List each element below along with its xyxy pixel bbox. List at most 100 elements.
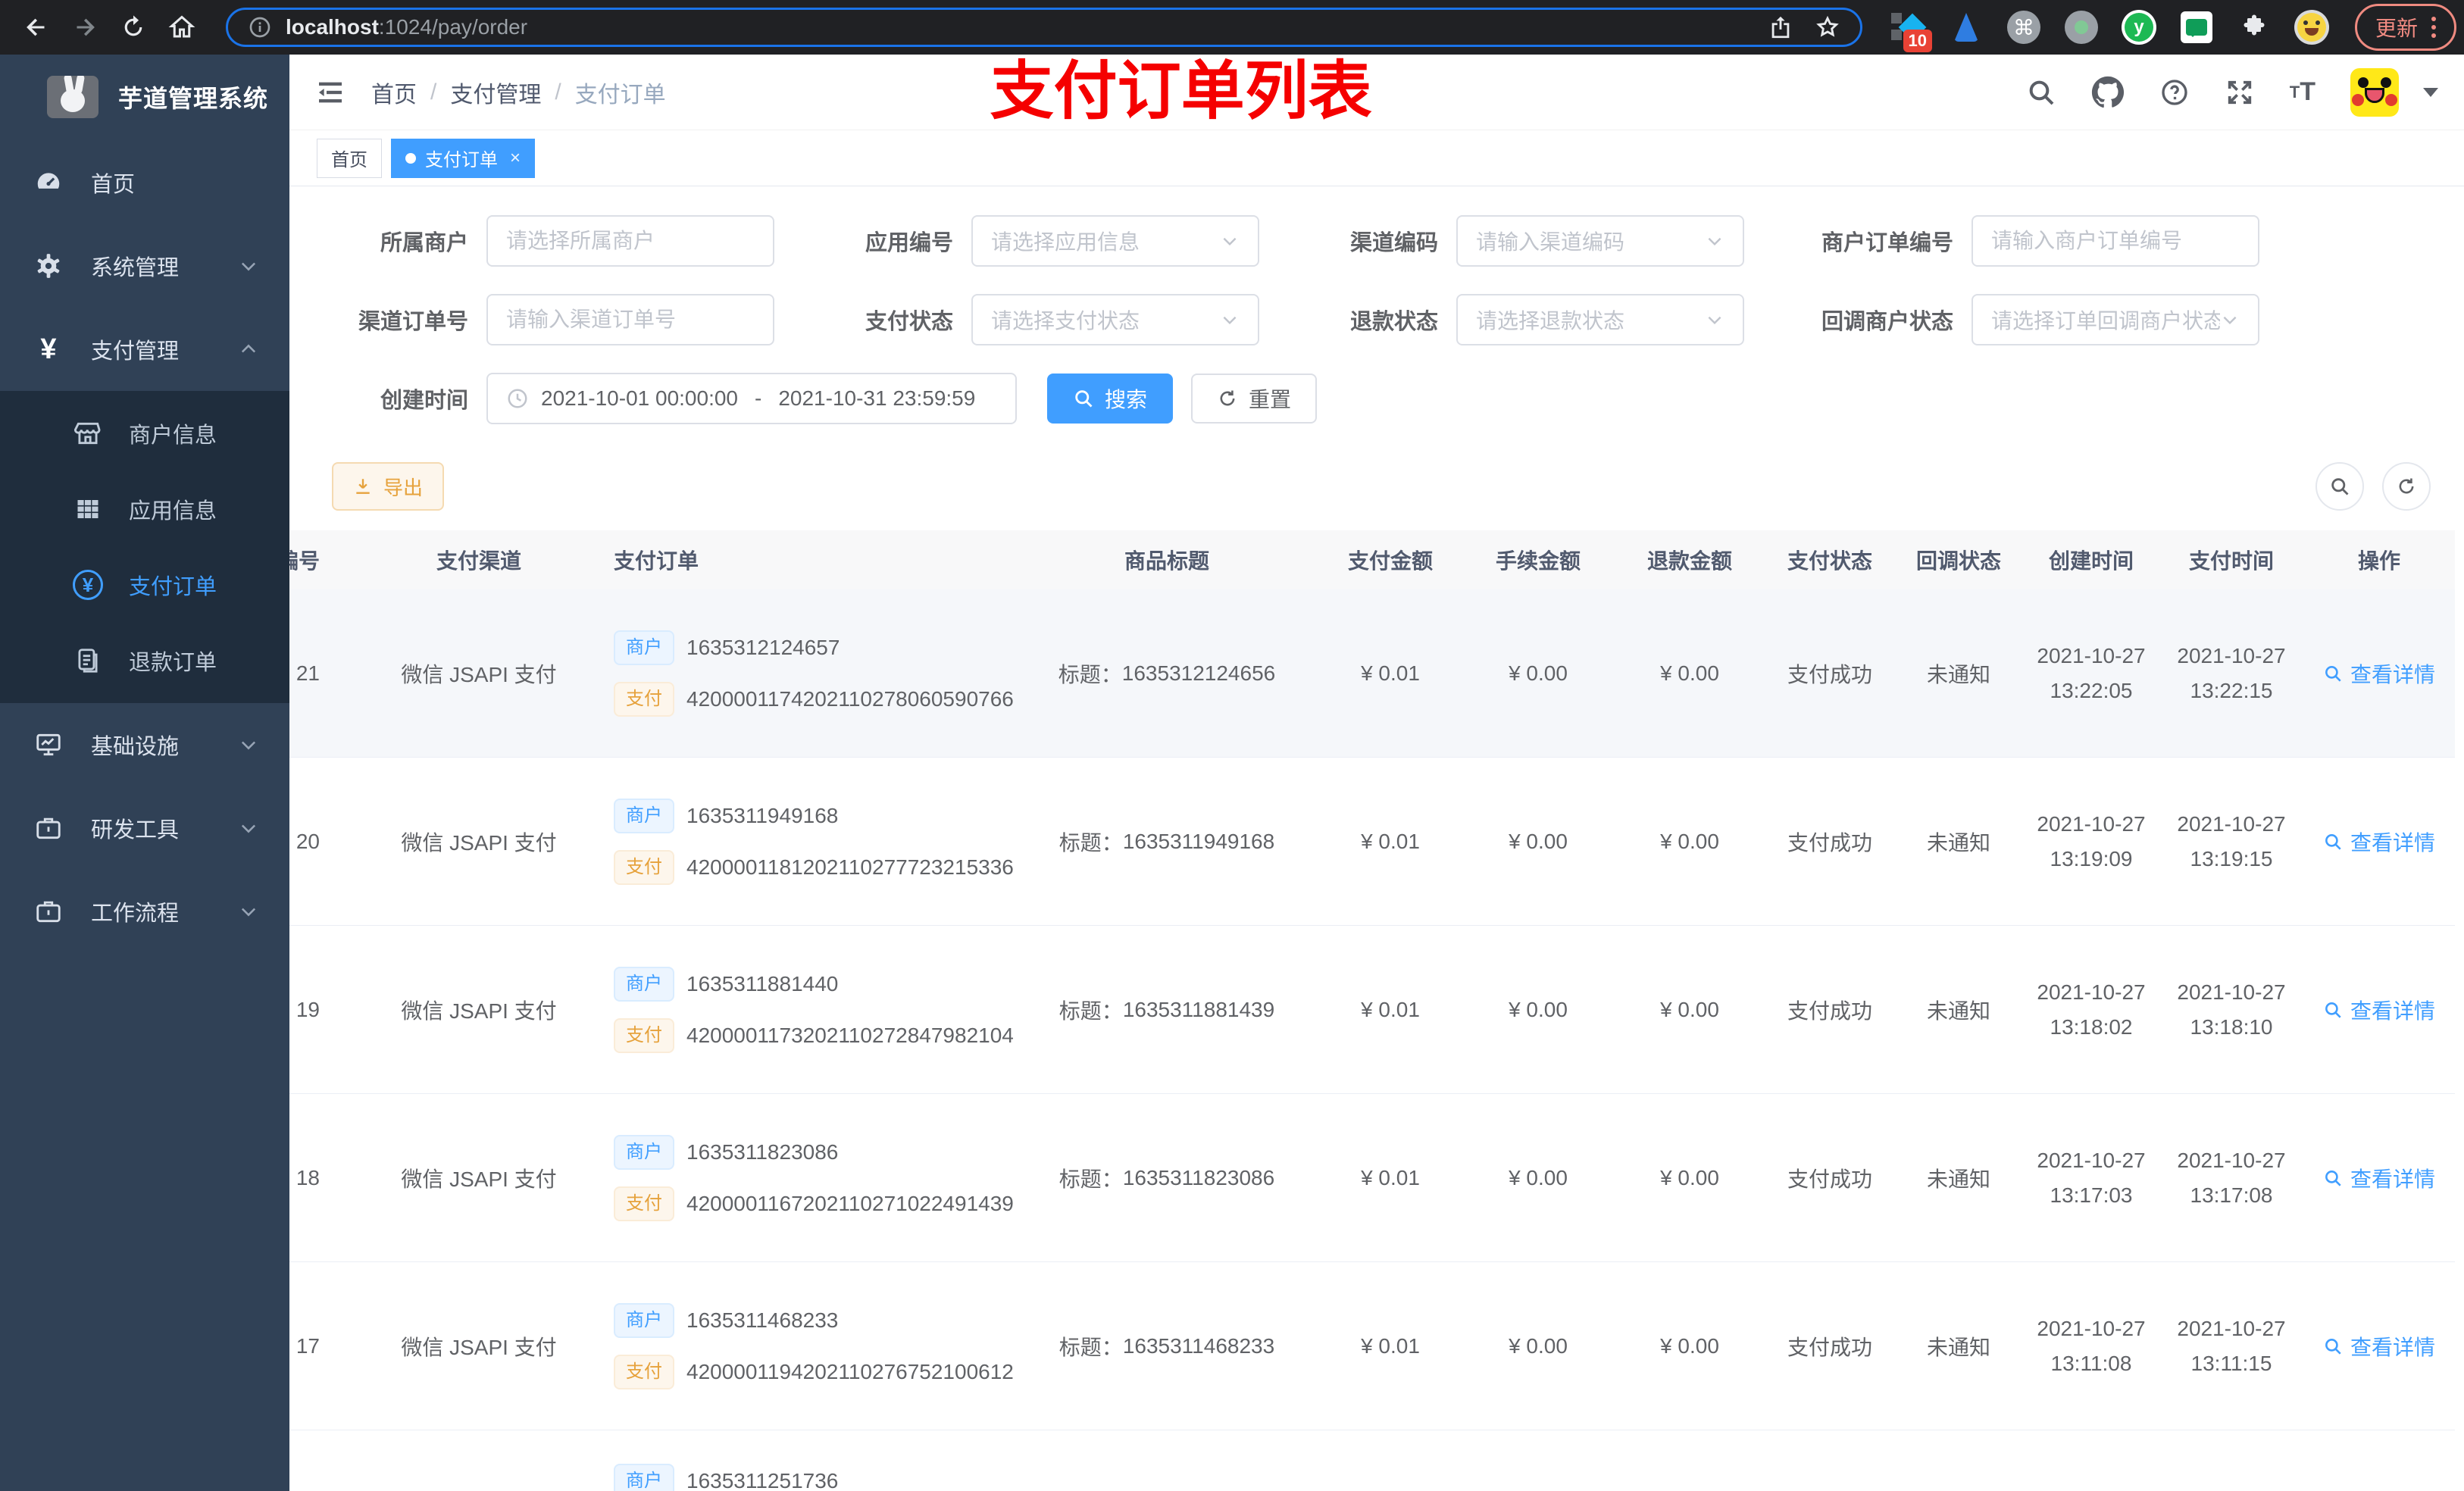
sidebar-item-workflow[interactable]: 工作流程 [0, 870, 289, 953]
extension-y-icon[interactable]: y [2122, 10, 2156, 45]
sidebar-item-payment[interactable]: ¥ 支付管理 [0, 308, 289, 391]
notify-status: 未通知 [1926, 999, 1990, 1023]
pay-amount: ¥ 0.01 [1361, 1165, 1420, 1189]
title-value: 1635311881439 [1122, 997, 1275, 1021]
font-size-icon[interactable]: TT [2290, 77, 2315, 107]
col-header-notify-status: 回调状态 [1915, 549, 2001, 573]
view-detail-link[interactable]: 查看详情 [2323, 995, 2435, 1025]
browser-menu-icon[interactable] [2431, 17, 2437, 38]
tab-pay-order[interactable]: 支付订单 × [391, 138, 536, 178]
breadcrumb-pay-order: 支付订单 [574, 82, 666, 108]
export-button[interactable]: 导出 [332, 462, 445, 511]
site-info-icon[interactable] [248, 15, 272, 39]
extension-diamond-icon[interactable]: 10 [1891, 10, 1932, 52]
search-icon[interactable] [2026, 77, 2056, 108]
share-icon[interactable] [1768, 14, 1793, 40]
sidebar-item-infra[interactable]: 基础设施 [0, 703, 289, 786]
reset-button[interactable]: 重置 [1191, 374, 1318, 424]
chevron-up-icon [238, 339, 259, 360]
sidebar-item-refund-order[interactable]: 退款订单 [0, 623, 289, 699]
tab-home[interactable]: 首页 [317, 138, 382, 178]
view-detail-link[interactable]: 查看详情 [2323, 658, 2435, 689]
chevron-down-icon [238, 817, 259, 839]
sidebar-collapse-icon[interactable] [315, 77, 346, 108]
extension-emoji-icon[interactable] [2294, 10, 2329, 45]
app-select[interactable]: 请选择应用信息 [971, 215, 1259, 267]
view-detail-link[interactable]: 查看详情 [2323, 1331, 2435, 1361]
title-prefix: 标题： [1058, 830, 1123, 855]
fullscreen-icon[interactable] [2225, 77, 2255, 108]
merchant-order-no-input[interactable] [1972, 215, 2259, 267]
github-icon[interactable] [2091, 76, 2125, 109]
sidebar-item-system[interactable]: 系统管理 [0, 224, 289, 308]
refund-amount: ¥ 0.00 [1660, 1165, 1719, 1189]
help-icon[interactable] [2159, 77, 2190, 108]
filter-row-1: 所属商户 应用编号 请选择应用信息 渠道编码 请输入渠道编码 商户订单编号 [289, 215, 2464, 267]
merchant-order-no: 1635311823086 [686, 1139, 839, 1164]
app-logo-row[interactable]: 芋道管理系统 [0, 55, 289, 139]
col-header-amount: 支付金额 [1347, 549, 1433, 573]
breadcrumb-home[interactable]: 首页 [371, 76, 417, 109]
merchant-order-no: 1635311468233 [686, 1308, 839, 1332]
reload-icon[interactable] [117, 11, 150, 44]
table-row: 18 微信 JSAPI 支付 商户 1635311823086 支付 42000… [289, 1094, 2455, 1262]
notify-status: 未通知 [1926, 1167, 1990, 1191]
tab-label: 首页 [331, 150, 367, 170]
extension-command-icon[interactable]: ⌘ [2006, 10, 2041, 45]
refund-amount: ¥ 0.00 [1660, 829, 1719, 853]
view-detail-link[interactable]: 查看详情 [2323, 827, 2435, 857]
sidebar-item-home[interactable]: 首页 [0, 141, 289, 224]
pay-status: 支付成功 [1787, 999, 1872, 1023]
refund-status-select[interactable]: 请选择退款状态 [1456, 294, 1744, 345]
breadcrumb-pay-manage[interactable]: 支付管理 [450, 76, 541, 109]
date-range-end: 2021-10-31 23:59:59 [778, 386, 976, 410]
sidebar-item-dev-tools[interactable]: 研发工具 [0, 786, 289, 870]
filter-label: 退款状态 [1349, 310, 1438, 334]
refresh-table-button[interactable] [2382, 462, 2431, 511]
filter-row-3: 创建时间 2021-10-01 00:00:00 - 2021-10-31 23… [289, 373, 2464, 424]
sidebar-item-app-info[interactable]: 应用信息 [0, 471, 289, 547]
merchant-tag: 商户 [614, 966, 674, 1002]
notify-status-select[interactable]: 请选择订单回调商户状态 [1972, 294, 2259, 345]
breadcrumb-separator: / [430, 79, 437, 105]
merchant-input[interactable] [486, 215, 774, 267]
merchant-tag: 商户 [614, 1134, 674, 1170]
table-toolbar: 导出 [332, 462, 2431, 511]
user-menu-caret-icon[interactable] [2423, 87, 2438, 97]
back-icon[interactable] [20, 11, 53, 44]
address-bar[interactable]: localhost:1024/pay/order [226, 8, 1862, 47]
forward-icon[interactable] [68, 11, 102, 44]
sidebar-item-label: 应用信息 [129, 499, 217, 524]
extension-cone-icon[interactable] [1949, 10, 1984, 45]
pay-amount: ¥ 0.01 [1361, 1333, 1420, 1358]
order-id: 17 [295, 1333, 320, 1358]
toggle-search-button[interactable] [2315, 462, 2364, 511]
briefcase-icon [32, 814, 65, 842]
home-icon[interactable] [165, 11, 199, 44]
search-button-label: 搜索 [1105, 388, 1148, 411]
bookmark-star-icon[interactable] [1815, 14, 1840, 40]
user-avatar[interactable] [2350, 67, 2399, 117]
shop-icon [71, 419, 105, 448]
sidebar-item-merchant-info[interactable]: 商户信息 [0, 395, 289, 471]
close-tab-icon[interactable]: × [510, 148, 521, 169]
extension-chat-icon[interactable] [2179, 10, 2214, 45]
pay-status-select[interactable]: 请选择支付状态 [971, 294, 1259, 345]
breadcrumb-separator: / [555, 79, 561, 105]
table-row: 21 微信 JSAPI 支付 商户 1635312124657 支付 42000… [289, 589, 2455, 758]
channel-code-select[interactable]: 请输入渠道编码 [1456, 215, 1744, 267]
sidebar-item-pay-order[interactable]: ¥ 支付订单 [0, 547, 289, 623]
create-time-range-picker[interactable]: 2021-10-01 00:00:00 - 2021-10-31 23:59:5… [486, 373, 1017, 424]
view-detail-link[interactable]: 查看详情 [2323, 1163, 2435, 1193]
app-logo-rabbit-image [47, 76, 98, 118]
search-button[interactable]: 搜索 [1047, 374, 1174, 424]
table-body: 21 微信 JSAPI 支付 商户 1635312124657 支付 42000… [289, 589, 2455, 1430]
browser-update-button[interactable]: 更新 [2355, 4, 2457, 51]
title-value: 1635312124656 [1121, 661, 1276, 685]
extension-record-icon[interactable] [2064, 10, 2099, 45]
col-header-actions: 操作 [2357, 549, 2400, 573]
filter-label: 商户订单编号 [1821, 231, 1953, 255]
channel-order-no-input[interactable] [486, 294, 774, 345]
col-header-refund: 退款金额 [1646, 549, 1732, 573]
extensions-puzzle-icon[interactable] [2237, 10, 2272, 45]
